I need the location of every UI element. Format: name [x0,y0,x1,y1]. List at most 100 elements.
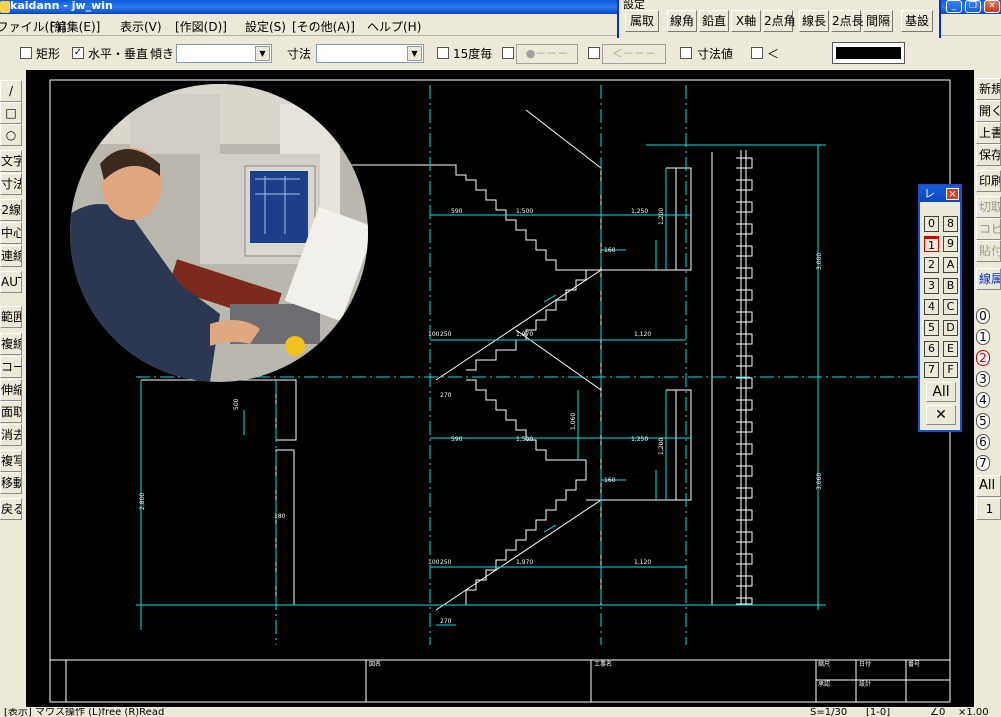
arrow-line-checkbox[interactable] [588,47,600,59]
menu-help[interactable]: ヘルプ(H) [367,18,421,35]
deg15-checkbox[interactable] [437,47,449,59]
layer-palette-4[interactable]: 4 [924,299,939,315]
vertical-button[interactable]: 鉛直 [699,10,729,32]
layer-palette-b[interactable]: B [943,278,958,294]
layer-palette-all-button[interactable]: All [926,382,956,402]
minimize-icon[interactable]: _ [946,0,962,13]
dot-line-checkbox[interactable] [502,47,514,59]
layer-6-button[interactable]: 6 [976,434,990,450]
auto-tool[interactable]: AUTO [0,271,22,293]
cut-button[interactable]: 切取 [976,196,1001,218]
overwrite-button[interactable]: 上書 [976,122,1001,144]
layer-palette-x-button[interactable]: ✕ [926,405,956,425]
line-angle-button[interactable]: 線角 [667,10,697,32]
all-layers-button[interactable]: All [976,475,1001,497]
close-icon[interactable]: ✕ [984,0,1000,13]
corner-tool[interactable]: コーナー [0,356,22,378]
close-icon[interactable]: ✕ [946,188,959,200]
layer-2-button[interactable]: 2 [976,350,990,366]
interval-button[interactable]: 間隔 [863,10,893,32]
x-axis-button[interactable]: X軸 [731,10,761,32]
layer-palette-a[interactable]: A [943,257,958,273]
menu-other[interactable]: [その他(A)] [292,18,355,35]
attr-get-button[interactable]: 属取 [625,10,659,32]
dim-text: 270 [440,618,452,625]
layer-palette-5[interactable]: 5 [924,320,939,336]
layer-group-button[interactable]: 1 [976,498,1001,520]
erase-tool[interactable]: 消去 [0,424,22,446]
dot-line-button[interactable]: ●－－－ [516,44,578,64]
layer-palette-3[interactable]: 3 [924,278,939,294]
dimension-combo[interactable]: ▼ [316,44,424,63]
layer-palette-9[interactable]: 9 [943,236,958,252]
new-file-button[interactable]: 新規 [976,78,1001,100]
layer-7-button[interactable]: 7 [976,455,990,471]
double-line-tool[interactable]: 2線 [0,199,22,221]
layer-3-button[interactable]: 3 [976,371,990,387]
dim-text: 1,120 [634,559,651,566]
menu-view[interactable]: 表示(V) [120,18,162,35]
line-tool[interactable]: / [0,80,22,102]
layer-1-button[interactable]: 1 [976,329,990,345]
wall-ribs [736,157,753,605]
layer-palette-8[interactable]: 8 [943,216,958,232]
rect-label: 矩形 [36,47,61,61]
text-tool[interactable]: 文字 [0,150,22,172]
chevron-down-icon[interactable]: ▼ [255,46,270,61]
line-attribute-button[interactable]: 線属性 [976,268,1001,290]
layer-palette-0[interactable]: 0 [924,216,939,232]
chevron-down-icon[interactable]: ▼ [407,46,422,61]
rect-checkbox[interactable] [20,47,32,59]
dim-text: 250 [440,331,452,338]
two-point-angle-button[interactable]: 2点角 [763,10,796,32]
move-tool[interactable]: 移動 [0,472,22,494]
layer-palette-d[interactable]: D [943,320,958,336]
dim-value-checkbox[interactable] [680,47,692,59]
line-type-swatch [836,47,901,59]
arrow-line-button[interactable]: ＜－－－ [602,44,666,64]
layer-5-button[interactable]: 5 [976,413,990,429]
undo-tool[interactable]: 戻る [0,498,22,520]
dim-text: 270 [440,392,452,399]
lt-checkbox[interactable] [751,47,763,59]
range-tool[interactable]: 範囲 [0,306,22,328]
layer-palette-7[interactable]: 7 [924,362,939,378]
layer-palette-2[interactable]: 2 [924,257,939,273]
copy-button[interactable]: コピー [976,218,1001,240]
layer-palette-c[interactable]: C [943,299,958,315]
line-length-button[interactable]: 線長 [799,10,829,32]
menu-draw[interactable]: [作図(D)] [175,18,227,35]
dimension-label: 寸法 [287,47,312,61]
floor-outline [140,380,816,606]
open-file-button[interactable]: 開く [976,100,1001,122]
layer-palette-f[interactable]: F [943,362,958,378]
dimension-value [317,46,320,59]
deg15-label: 15度毎 [453,47,493,61]
base-setting-button[interactable]: 基設 [901,10,933,32]
save-button[interactable]: 保存 [976,144,1001,166]
layer-palette-6[interactable]: 6 [924,341,939,357]
layer-0-button[interactable]: 0 [976,308,990,324]
lt-label: ＜ [767,47,780,61]
chamfer-tool[interactable]: 面取 [0,401,22,423]
copy-tool[interactable]: 複写 [0,450,22,472]
stretch-tool[interactable]: 伸縮 [0,379,22,401]
dimension-tool[interactable]: 寸法 [0,173,22,195]
menu-settings[interactable]: 設定(S) [245,18,286,35]
paste-button[interactable]: 貼付 [976,240,1001,262]
horiz-vert-checkbox[interactable]: ✓ [72,47,84,59]
two-point-length-button[interactable]: 2点長 [831,10,864,32]
status-text: [表示] マウス操作 (L)free (R)Read [4,708,165,717]
menu-edit[interactable]: [編集(E)] [50,18,100,35]
multi-line-tool[interactable]: 複線 [0,333,22,355]
rect-tool[interactable]: □ [0,102,22,124]
tilt-combo[interactable]: ▼ [176,44,272,63]
continuous-line-tool[interactable]: 連線 [0,245,22,267]
layer-4-button[interactable]: 4 [976,392,990,408]
print-button[interactable]: 印刷 [976,170,1001,192]
maximize-icon[interactable]: ❐ [965,0,981,13]
circle-tool[interactable]: ○ [0,124,22,146]
center-line-tool[interactable]: 中心線 [0,222,22,244]
layer-palette-e[interactable]: E [943,341,958,357]
layer-palette-1[interactable]: 1 [924,236,939,252]
